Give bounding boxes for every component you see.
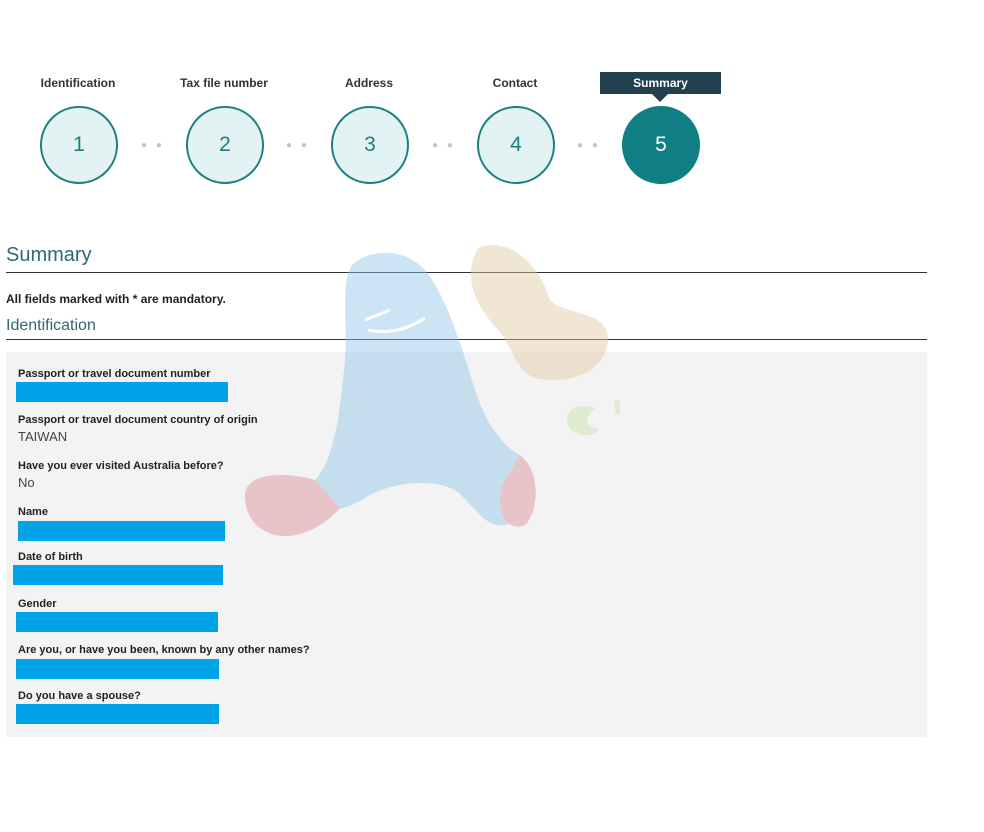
step-separator: ● ● xyxy=(577,140,601,151)
redaction-box xyxy=(18,521,225,541)
step-label-summary: Summary xyxy=(600,72,721,102)
step-label-identification: Identification xyxy=(40,76,116,90)
step-label-address: Address xyxy=(344,76,394,90)
mandatory-note: All fields marked with * are mandatory. xyxy=(6,292,226,306)
step-4-circle[interactable]: 4 xyxy=(477,106,555,184)
field-label: Name xyxy=(18,506,48,518)
progress-steps: Identification 1 ● ● Tax file number 2 ●… xyxy=(0,0,984,200)
field-label: Passport or travel document country of o… xyxy=(18,414,258,426)
step-1-circle[interactable]: 1 xyxy=(40,106,118,184)
step-5-circle: 5 xyxy=(622,106,700,184)
redaction-box xyxy=(16,659,219,679)
redaction-box xyxy=(13,565,223,585)
field-value: No xyxy=(18,475,35,490)
step-separator: ● ● xyxy=(286,140,310,151)
redaction-box xyxy=(16,704,219,724)
step-label-contact: Contact xyxy=(492,76,538,90)
field-label: Are you, or have you been, known by any … xyxy=(18,644,310,656)
section-title: Identification xyxy=(6,317,96,334)
field-value: TAIWAN xyxy=(18,429,68,444)
field-label: Do you have a spouse? xyxy=(18,690,141,702)
step-3-circle[interactable]: 3 xyxy=(331,106,409,184)
step-2-circle[interactable]: 2 xyxy=(186,106,264,184)
step-separator: ● ● xyxy=(141,140,165,151)
mascot-watermark xyxy=(245,244,620,536)
field-label: Date of birth xyxy=(18,551,83,563)
field-label: Have you ever visited Australia before? xyxy=(18,460,224,472)
step-separator: ● ● xyxy=(432,140,456,151)
field-label: Passport or travel document number xyxy=(18,368,211,380)
page-title: Summary xyxy=(6,244,92,266)
step-label-tax-file-number: Tax file number xyxy=(180,76,268,90)
redaction-box xyxy=(16,382,228,402)
field-label: Gender xyxy=(18,598,57,610)
redaction-box xyxy=(16,612,218,632)
